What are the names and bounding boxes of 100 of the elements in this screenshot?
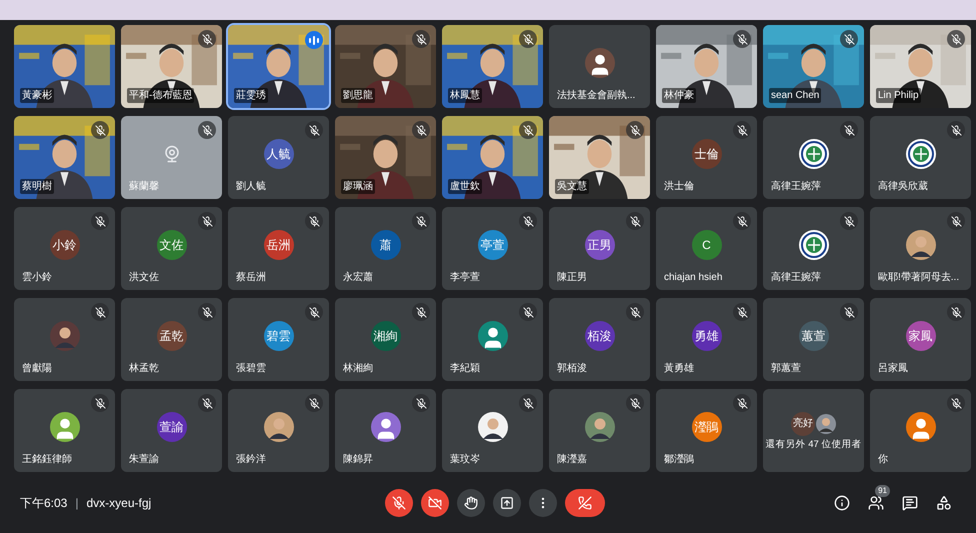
participant-name: 李紀穎 <box>449 362 481 376</box>
avatar-initials: C <box>692 230 722 260</box>
hand-icon <box>464 496 478 510</box>
participant-tile[interactable]: 瀅鵑 鄒瀅鵑 <box>656 389 757 472</box>
participant-name: 王銘鈺律師 <box>21 453 73 467</box>
participant-tile[interactable]: Lin Philip <box>870 25 971 108</box>
participant-name: 歐耶!帶著阿母去... <box>877 270 960 285</box>
avatar-initials: 蕭 <box>370 230 400 260</box>
participant-name: 洪士倫 <box>663 180 695 194</box>
participant-tile[interactable]: 正男 陳正男 <box>549 207 650 290</box>
present-button[interactable] <box>493 488 521 516</box>
participant-name: 高律王婉萍 <box>770 270 822 285</box>
participant-tile[interactable]: 陳錦昇 <box>335 389 436 472</box>
participant-tile[interactable]: 蔡明樹 <box>14 116 115 199</box>
participant-name: 李亭萱 <box>449 270 481 285</box>
participant-tile[interactable]: 平和-德布藍恩 <box>121 25 222 108</box>
participant-name: 陳瀅嘉 <box>556 452 588 467</box>
participant-name: 吳文慧 <box>555 179 589 194</box>
profile-photo <box>50 320 80 350</box>
participant-name: 高律王婉萍 <box>770 180 822 194</box>
participant-tile[interactable]: 蕭 永宏蕭 <box>335 207 436 290</box>
participant-tile[interactable]: 文佐 洪文佐 <box>121 207 222 290</box>
participant-tile[interactable]: 栢浚 郭栢浚 <box>549 298 650 381</box>
participant-tile[interactable]: 歐耶!帶著阿母去... <box>870 207 971 290</box>
participant-tile[interactable]: 王銘鈺律師 <box>14 389 115 472</box>
participant-name: 鄒瀅鵑 <box>663 452 695 467</box>
participant-name: 永宏蕭 <box>342 270 374 285</box>
participant-tile[interactable]: 莊雯琇 <box>228 25 329 108</box>
participant-tile[interactable]: 亮好 還有另外 47 位使用者 <box>763 389 864 472</box>
participant-name: 雲小鈴 <box>21 270 53 285</box>
participant-name: 張鈐洋 <box>235 453 267 467</box>
participant-tile[interactable]: 李紀穎 <box>442 298 543 381</box>
participant-tile[interactable]: 你 <box>870 389 971 472</box>
participant-tile[interactable]: 亭萱 李亭萱 <box>442 207 543 290</box>
participant-name: 曾獻陽 <box>21 362 53 376</box>
microphone-button[interactable] <box>385 488 413 516</box>
webcam-icon <box>162 144 180 162</box>
chat-icon <box>902 494 918 510</box>
avatar-initials: 正男 <box>584 230 614 260</box>
leave-call-button[interactable] <box>565 488 605 516</box>
participant-name: 陳正男 <box>556 270 588 285</box>
avatar-initials: 亭萱 <box>478 230 508 260</box>
participant-tile[interactable]: 林仲豪 <box>656 25 757 108</box>
participant-tile[interactable]: 人毓 劉人毓 <box>228 116 329 199</box>
camera-button[interactable] <box>421 488 449 516</box>
avatar-initials: 蕙萱 <box>798 320 828 350</box>
participant-tile[interactable]: 葉玟岑 <box>442 389 543 472</box>
profile-photo <box>478 412 508 442</box>
participant-tile[interactable]: 孟乾 林孟乾 <box>121 298 222 381</box>
participant-tile[interactable]: 岳洲 蔡岳洲 <box>228 207 329 290</box>
participant-name: 平和-德布藍恩 <box>127 88 194 103</box>
avatar-initials: 士倫 <box>692 138 722 168</box>
participant-tile[interactable]: 廖珮涵 <box>335 116 436 199</box>
participant-name: 呂家鳳 <box>877 362 909 376</box>
avatar-initials: 勇雄 <box>692 320 722 350</box>
participant-tile[interactable]: 高律吳欣葳 <box>870 116 971 199</box>
participant-name: 郭栢浚 <box>556 362 588 376</box>
participant-name: 高律吳欣葳 <box>877 180 929 194</box>
participant-tile[interactable]: 湘絢 林湘絢 <box>335 298 436 381</box>
participant-name: 蔡岳洲 <box>235 270 267 285</box>
participant-tile[interactable]: 家鳳 呂家鳳 <box>870 298 971 381</box>
participant-tile[interactable]: 張鈐洋 <box>228 389 329 472</box>
participant-name: sean Chen <box>769 88 822 103</box>
participant-tile[interactable]: 小鈴 雲小鈴 <box>14 207 115 290</box>
participant-name: 黃勇雄 <box>663 362 695 376</box>
avatar-initials: 孟乾 <box>156 320 186 350</box>
phone-icon <box>578 496 592 510</box>
participant-name: 莊雯琇 <box>234 88 268 103</box>
participant-name: 林仲豪 <box>662 88 696 103</box>
participant-name: 葉玟岑 <box>449 452 481 467</box>
participant-tile[interactable]: C chiajan hsieh <box>656 207 757 290</box>
clock-time: 下午6:03 <box>20 494 68 512</box>
participant-tile[interactable]: sean Chen <box>763 25 864 108</box>
profile-photo <box>584 412 614 442</box>
participant-name: 蘇蘭馨 <box>128 180 160 194</box>
participant-tile[interactable]: 曾獻陽 <box>14 298 115 381</box>
participant-tile[interactable]: 林鳳慧 <box>442 25 543 108</box>
raise-hand-button[interactable] <box>457 488 485 516</box>
participant-tile[interactable]: 盧世欽 <box>442 116 543 199</box>
participant-tile[interactable]: 黃豪彬 <box>14 25 115 108</box>
participant-name: 林孟乾 <box>128 362 160 376</box>
emblem-icon <box>906 138 936 168</box>
avatar-initials: 湘絢 <box>370 320 400 350</box>
people-icon <box>868 494 884 510</box>
participant-tile[interactable]: 士倫 洪士倫 <box>656 116 757 199</box>
participant-tile[interactable]: 高律王婉萍 <box>763 116 864 199</box>
participant-tile[interactable]: 高律王婉萍 <box>763 207 864 290</box>
profile-photo <box>906 230 936 260</box>
participant-tile[interactable]: 法扶基金會副執... <box>549 25 650 108</box>
participant-tile[interactable]: 萱諭 朱萱諭 <box>121 389 222 472</box>
participant-tile[interactable]: 劉思龍 <box>335 25 436 108</box>
participant-name: 還有另外 47 位使用者 <box>765 438 862 452</box>
participant-count-badge: 91 <box>875 484 890 496</box>
participant-name: 張碧雲 <box>235 362 267 376</box>
participant-tile[interactable]: 碧雲 張碧雲 <box>228 298 329 381</box>
participant-tile[interactable]: 陳瀅嘉 <box>549 389 650 472</box>
participant-tile[interactable]: 吳文慧 <box>549 116 650 199</box>
participant-tile[interactable]: 蕙萱 郭蕙萱 <box>763 298 864 381</box>
participant-tile[interactable]: 勇雄 黃勇雄 <box>656 298 757 381</box>
participant-name: Lin Philip <box>876 88 921 103</box>
